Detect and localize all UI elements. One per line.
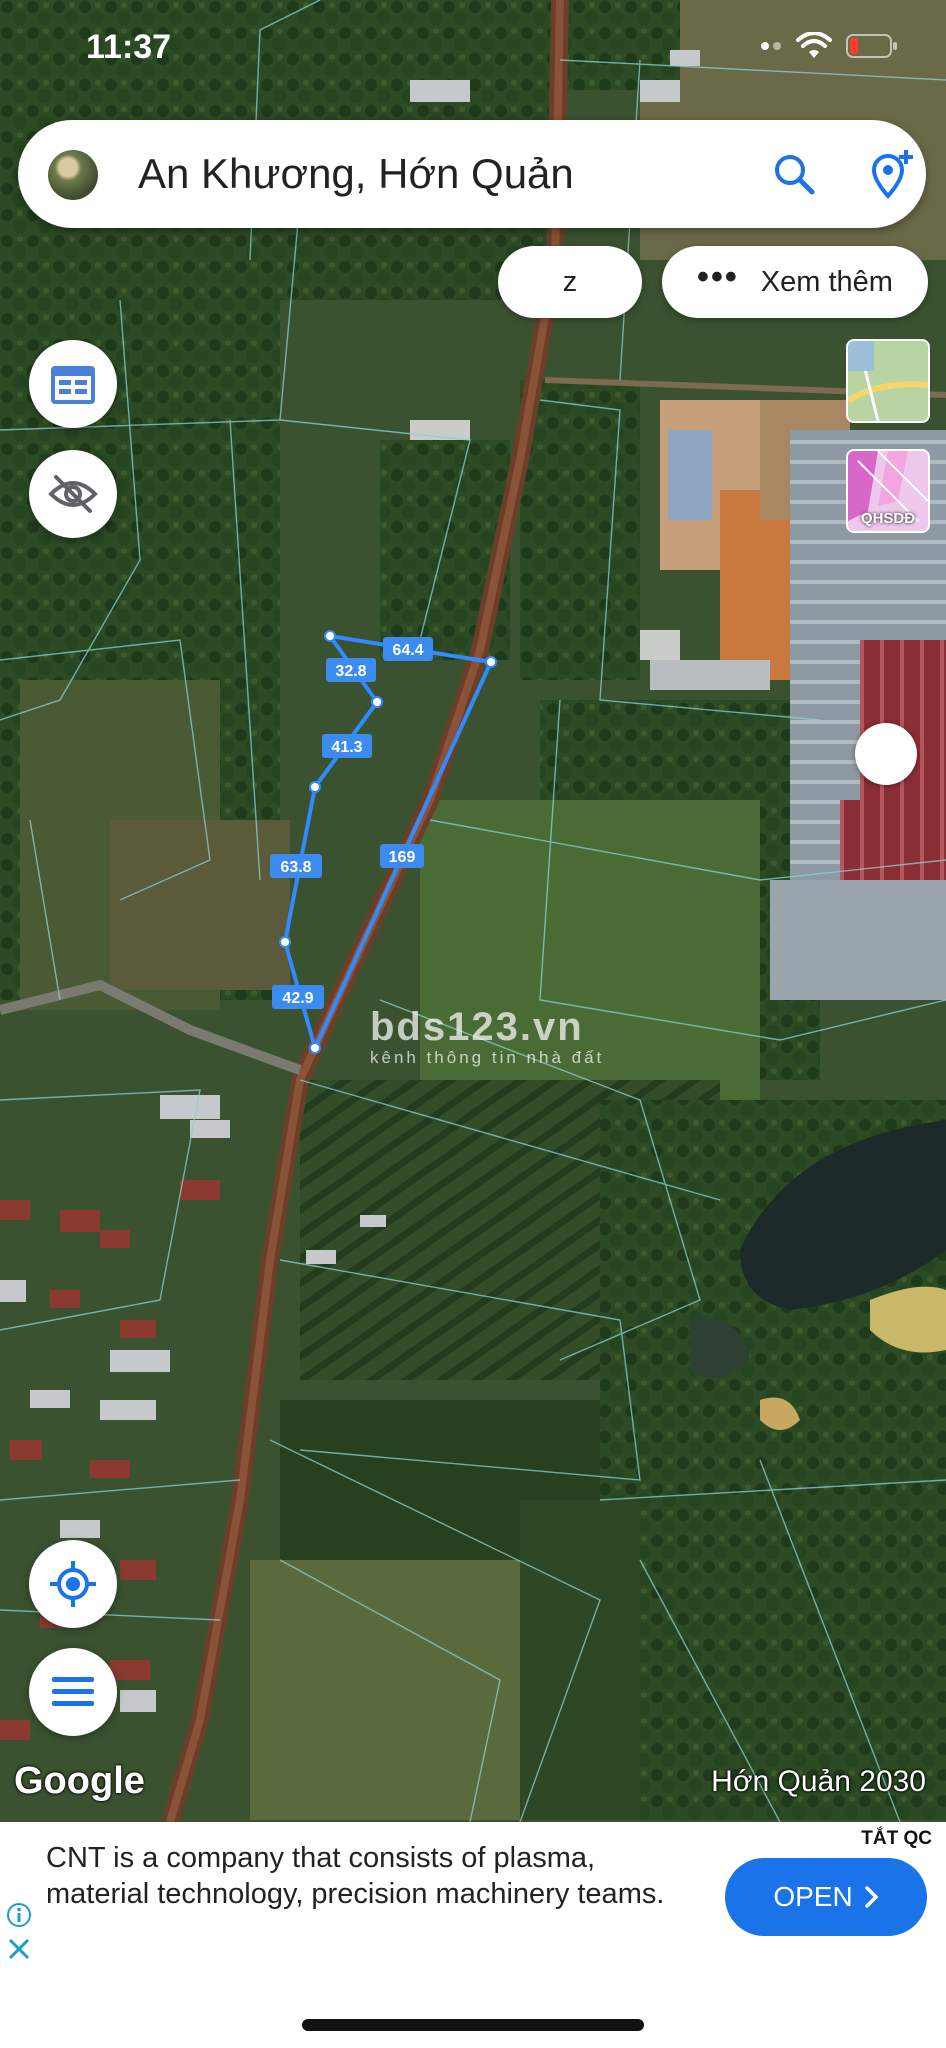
more-chip-label: Xem thêm <box>760 265 893 298</box>
search-icon[interactable] <box>770 150 818 198</box>
edge-label: 42.9 <box>282 990 313 1007</box>
map-thumbnail-icon <box>848 341 928 421</box>
ad-hide-tag[interactable]: TẮT QC <box>847 1822 946 1854</box>
info-icon[interactable] <box>6 1902 32 1928</box>
close-icon[interactable] <box>6 1936 32 1962</box>
ad-banner[interactable]: TẮT QC CNT is a company that consists of… <box>0 1822 946 1968</box>
watermark: bds123.vn kênh thông tin nhà đất <box>370 1005 604 1068</box>
z-chip[interactable]: z <box>498 246 642 318</box>
chevron-right-icon <box>864 1886 879 1908</box>
edge-label: 63.8 <box>280 859 311 876</box>
more-dots-icon: ••• <box>697 257 739 296</box>
hide-layer-button[interactable] <box>29 450 117 538</box>
watermark-subtitle: kênh thông tin nhà đất <box>370 1048 605 1067</box>
more-chip[interactable]: ••• Xem thêm <box>662 246 928 318</box>
status-icons <box>760 32 898 60</box>
qhsdd-layer-thumbnail[interactable]: QHSDĐ <box>846 449 930 533</box>
home-indicator[interactable] <box>302 2019 644 2031</box>
avatar[interactable] <box>48 150 98 200</box>
map-layer-thumbnail[interactable] <box>846 339 930 423</box>
z-chip-label: z <box>562 265 578 298</box>
search-query[interactable]: An Khương, Hớn Quản <box>138 150 574 198</box>
calendar-button[interactable] <box>29 340 117 428</box>
wifi-icon <box>796 32 832 58</box>
ad-open-button[interactable]: OPEN <box>725 1858 927 1936</box>
opacity-slider-handle[interactable] <box>855 723 917 785</box>
my-location-button[interactable] <box>29 1540 117 1628</box>
my-location-icon <box>50 1561 96 1607</box>
google-attribution: Google <box>14 1760 145 1802</box>
add-location-icon[interactable] <box>866 146 916 200</box>
qhsdd-label: QHSDĐ <box>860 510 916 527</box>
ad-text: CNT is a company that consists of plasma… <box>46 1842 665 1910</box>
calendar-icon <box>51 366 95 404</box>
edge-label: 32.8 <box>335 663 366 680</box>
edge-label: 41.3 <box>331 739 362 756</box>
status-time: 11:37 <box>86 28 172 66</box>
search-bar[interactable]: An Khương, Hớn Quản <box>18 120 926 228</box>
edge-label: 169 <box>389 849 416 866</box>
watermark-title: bds123.vn <box>370 1005 584 1049</box>
signal-dots-icon <box>761 42 781 50</box>
menu-icon <box>52 1677 94 1706</box>
map-caption: Hớn Quản 2030 <box>711 1765 926 1798</box>
edge-label: 64.4 <box>392 642 423 659</box>
bottom-safe-area <box>0 1968 946 2048</box>
eye-off-icon <box>48 475 98 513</box>
menu-button[interactable] <box>29 1648 117 1736</box>
battery-icon <box>846 34 897 58</box>
ad-open-label: OPEN <box>773 1881 853 1912</box>
